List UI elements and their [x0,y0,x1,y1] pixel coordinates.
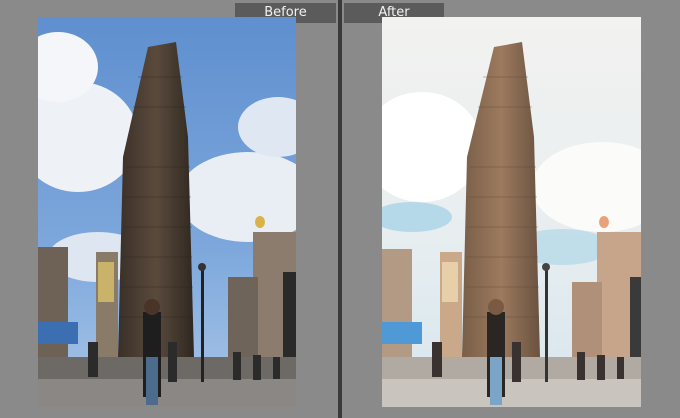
after-photo-image [382,17,641,407]
before-photo-image [38,17,296,407]
after-photo [382,17,641,407]
before-photo [38,17,296,407]
